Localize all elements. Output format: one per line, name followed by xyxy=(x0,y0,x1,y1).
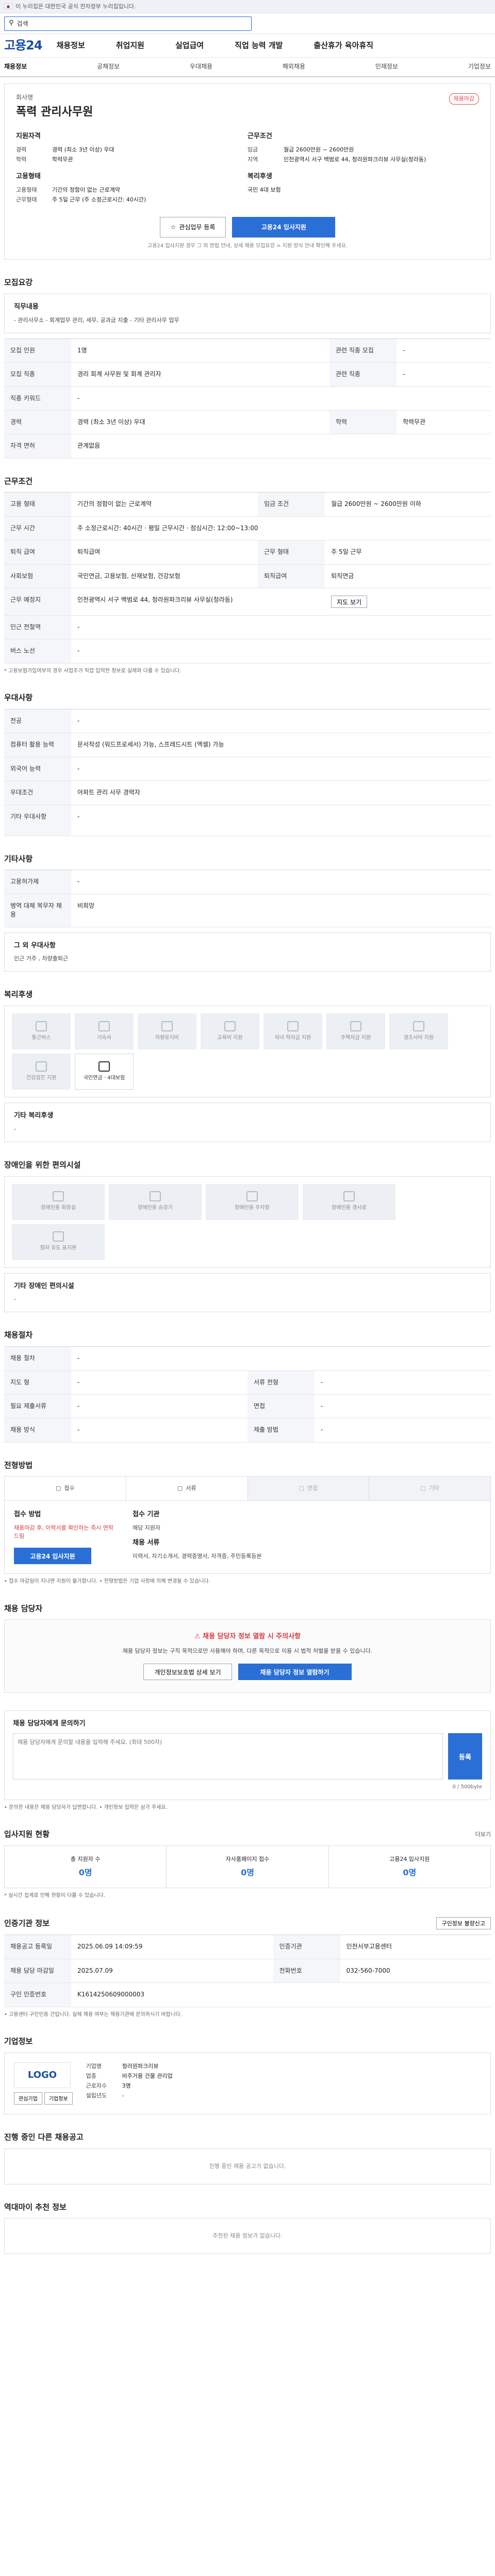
fav-company-button[interactable]: 관심기업 xyxy=(14,2092,42,2105)
interest-button[interactable]: ☆ 관심업무 등록 xyxy=(159,216,226,238)
insurance-icon xyxy=(98,1061,110,1072)
job-title: 폭력 관리사무원 xyxy=(16,106,93,119)
welfare-title: 복리후생 xyxy=(248,173,272,180)
bus-icon xyxy=(36,1021,47,1031)
pref-section: 우대사항 전공 - 컴퓨터 활용 능력 문서작성 (워드프로세서) 가능, 스프레드… xyxy=(4,692,491,836)
disabled-section: 장애인을 위한 편의시설 장애인용 화장실 장애인용 승강기 장애인용 주차장 … xyxy=(4,1160,491,1313)
elevator-icon xyxy=(150,1191,161,1202)
duty-text: - 관리사무소 - 회계업무 관리, 세무, 공과금 지출 - 기타 관리사무 … xyxy=(14,316,179,324)
view-contact-button[interactable]: 채용 담당자 정보 열람하기 xyxy=(238,1664,352,1681)
map-button[interactable]: 지도 보기 xyxy=(331,596,368,608)
subnav-item[interactable]: 우대채용 xyxy=(190,62,212,71)
applicants-section: 입사지원 현황 더보기 총 지원자 수 0명 자사홈페이지 접수 0명 고용24 입사… xyxy=(4,1829,491,1899)
search-box[interactable]: ⚲ xyxy=(4,16,252,31)
apply-button-2[interactable]: 고용24 입사지원 xyxy=(14,1548,91,1565)
health-icon xyxy=(36,1061,47,1072)
progress-section: 전형방법 ▢ 접수 ▢ 서류 ▢ 면접 ▢ 기타 접수 방법 채용마감 후, 이력서를 … xyxy=(4,1460,491,1586)
step-item: ▢ 면접 xyxy=(248,1477,370,1501)
house-icon xyxy=(350,1021,361,1031)
logo[interactable]: 고용24 xyxy=(4,37,43,55)
contact-section: 채용 담당자 ⚠ 채용 담당자 정보 열람 시 주의사항 채용 담당자 정보는 … xyxy=(4,1603,491,1693)
nav-item-leave[interactable]: 출산휴가 육아휴직 xyxy=(314,40,373,52)
subnav-item[interactable]: 채용정보 xyxy=(4,62,27,71)
nav-item-training[interactable]: 직업 능력 개발 xyxy=(235,40,283,52)
etc-section: 기타사항 고용허가제 - 병역 대체 복무자 채용 비희망 그 외 우대사항 인근 … xyxy=(4,854,491,972)
recommend-section: 역대마이 추천 정보 추천된 채용 정보가 없습니다. xyxy=(4,2202,491,2255)
etc-icon: ▢ xyxy=(420,1485,426,1492)
gov-notice-bar: 이 누리집은 대한민국 공식 전자정부 누리집입니다. xyxy=(0,0,495,13)
nav-item-jobs[interactable]: 채용정보 xyxy=(57,40,85,52)
info-section: 인증기관 정보 구인정보 불량신고 채용공고 등록일 2025.06.09 14:0… xyxy=(4,1917,491,2019)
report-button[interactable]: 구인정보 불량신고 xyxy=(436,1917,491,1930)
subnav-item[interactable]: 해외채용 xyxy=(283,62,305,71)
dormitory-icon xyxy=(98,1021,110,1031)
korea-flag-icon xyxy=(4,4,12,9)
subnav-item[interactable]: 공채정보 xyxy=(97,62,120,71)
step-item: ▢ 접수 xyxy=(5,1477,126,1501)
toilet-icon xyxy=(53,1191,64,1202)
employment-title: 고용형태 xyxy=(16,173,41,180)
pref-table: 전공 - 컴퓨터 활용 능력 문서작성 (워드프로세서) 가능, 스프레드시트 (엑… xyxy=(4,709,491,836)
search-input[interactable] xyxy=(16,20,247,27)
sub-nav: 채용정보 공채정보 우대채용 해외채용 인재정보 기업정보 xyxy=(0,58,495,77)
company-name: 회사명 xyxy=(16,94,34,101)
welfare-section: 복리후생 통근버스 기숙사 차량유지비 교육비 지원 자녀 학자금 지원 주택자… xyxy=(4,989,491,1142)
status-badge: 채용마감 xyxy=(449,93,479,105)
other-jobs-section: 진행 중인 다른 채용공고 진행 중인 채용 공고가 없습니다. xyxy=(4,2132,491,2184)
nav-item-support[interactable]: 취업지원 xyxy=(116,40,144,52)
conditions-table: 고용 형태 기간의 정함이 없는 근로계약 임금 조건 월급 2600만원 ~ 260… xyxy=(4,492,491,664)
job-summary-card: 회사명 폭력 관리사무원 채용마감 지원자격 경력 경력 (최소 3년 이상) 우… xyxy=(4,83,491,260)
qa-textarea[interactable] xyxy=(13,1733,443,1780)
company-info-button[interactable]: 기업정보 xyxy=(44,2092,73,2105)
section-title: 모집요강 xyxy=(4,278,33,287)
search-row: ⚲ xyxy=(0,13,495,34)
condition-title: 근무조건 xyxy=(248,132,272,141)
braille-icon xyxy=(53,1231,64,1242)
recruit-table: 모집 인원 1명 관련 직종 모집 - 모집 직종 경리 회계 사무원 및 회계 관리자… xyxy=(4,338,491,459)
interview-icon: ▢ xyxy=(299,1485,304,1492)
parking-icon xyxy=(246,1191,258,1202)
qa-submit-button[interactable]: 등록 xyxy=(448,1733,482,1780)
step-item: ▢ 서류 xyxy=(126,1477,248,1501)
scholarship-icon xyxy=(287,1021,299,1031)
qualification-title: 지원자격 xyxy=(16,132,41,141)
search-icon: ⚲ xyxy=(9,19,14,27)
nav-item-benefit[interactable]: 실업급여 xyxy=(175,40,204,52)
apply-button[interactable]: 고용24 입사지원 xyxy=(232,216,336,238)
process-section: 채용절차 채용 절차 - 지도 형 - 서류 전형 - 필요 제출서류 - 면접 - 채용 방… xyxy=(4,1330,491,1443)
doc-icon: ▢ xyxy=(56,1485,61,1492)
gift-icon xyxy=(413,1021,424,1031)
file-icon: ▢ xyxy=(177,1485,183,1492)
main-nav: 고용24 채용정보 취업지원 실업급여 직업 능력 개발 출산휴가 육아휴직 xyxy=(0,34,495,58)
company-section: 기업정보 LOGO 관심기업 기업정보 기업명 청라원파크리뷰 업종 비주거용 건물… xyxy=(4,2036,491,2114)
education-icon xyxy=(224,1021,236,1031)
recruit-section: 모집요강 직무내용 - 관리사무소 - 회계업무 관리, 세무, 공과금 지출 … xyxy=(4,277,491,459)
warning-icon: ⚠ xyxy=(194,1633,203,1641)
step-item: ▢ 기타 xyxy=(369,1477,490,1501)
ramp-icon xyxy=(343,1191,355,1202)
company-logo: LOGO xyxy=(14,2062,71,2088)
subnav-item[interactable]: 기업정보 xyxy=(468,62,491,71)
car-icon xyxy=(161,1021,173,1031)
conditions-section: 근무조건 고용 형태 기간의 정함이 없는 근로계약 임금 조건 월급 2600만원 … xyxy=(4,476,491,675)
privacy-button[interactable]: 개인정보보호법 상세 보기 xyxy=(143,1664,232,1681)
apply-note: 고용24 입사지원 경우 그 외 방법 안내, 상세 채용 모집요강 > 지원 … xyxy=(147,243,348,249)
more-link[interactable]: 더보기 xyxy=(475,1831,491,1839)
gov-notice-text: 이 누리집은 대한민국 공식 전자정부 누리집입니다. xyxy=(15,3,136,10)
star-icon: ☆ xyxy=(170,223,176,231)
qa-section: 채용 담당자에게 문의하기 등록 0 / 500byte • 문의한 내용은 채… xyxy=(4,1710,491,1811)
subnav-item[interactable]: 인재정보 xyxy=(375,62,398,71)
